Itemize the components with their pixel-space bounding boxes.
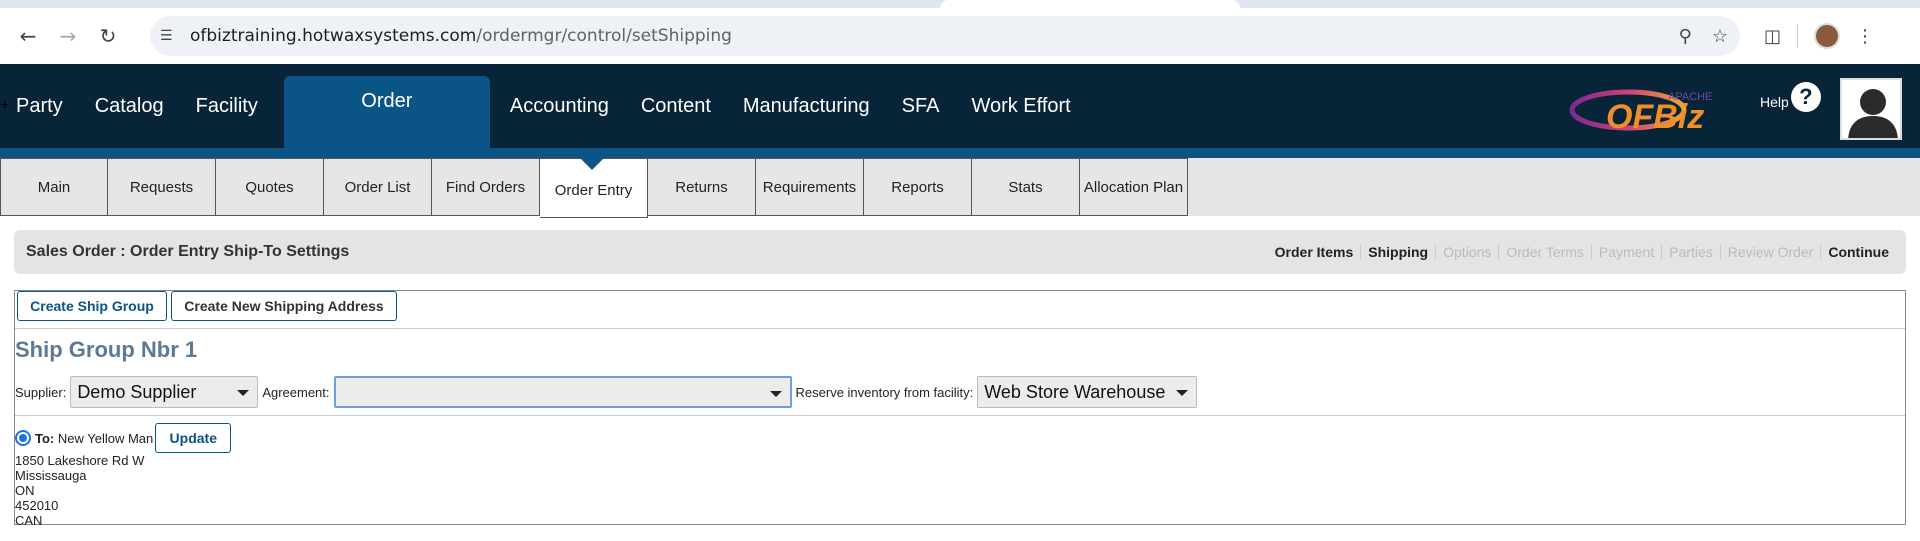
user-avatar[interactable] — [1840, 78, 1902, 140]
ship-to-form: Create Ship Group Create New Shipping Ad… — [14, 290, 1906, 528]
url-path: /ordermgr/control/setShipping — [476, 26, 732, 46]
toolbar-divider — [1797, 24, 1799, 48]
url-host: ofbiztraining.hotwaxsystems.com — [190, 26, 477, 46]
create-ship-group-button[interactable]: Create Ship Group — [17, 291, 167, 321]
help-link[interactable]: Help ? — [1760, 82, 1821, 112]
supplier-label: Supplier: — [15, 384, 67, 400]
user-silhouette-icon — [1848, 89, 1898, 138]
step-order-terms: Order Terms — [1498, 244, 1591, 260]
help-label: Help — [1760, 94, 1789, 110]
step-continue[interactable]: Continue — [1820, 244, 1896, 260]
address-city: Mississauga — [15, 468, 87, 483]
zoom-icon[interactable]: ⚲ — [1679, 26, 1692, 47]
address-country: CAN — [15, 513, 43, 528]
tab-quotes[interactable]: Quotes — [216, 158, 324, 216]
chevron-down-icon — [237, 390, 250, 396]
nav-work-effort[interactable]: Work Effort — [955, 64, 1086, 148]
profile-avatar[interactable] — [1814, 23, 1841, 49]
address-bar[interactable]: ☰ ofbiztraining.hotwaxsystems.com/orderm… — [150, 16, 1740, 56]
ship-group-settings-row: Supplier: Demo Supplier Agreement: Reser… — [15, 375, 1201, 409]
update-address-button[interactable]: Update — [155, 423, 232, 453]
active-tab-caret-icon — [580, 158, 604, 170]
tab-main[interactable]: Main — [0, 158, 108, 216]
help-icon: ? — [1790, 82, 1821, 112]
browser-active-tab[interactable] — [940, 0, 1240, 8]
supplier-select[interactable]: Demo Supplier — [70, 376, 259, 408]
nav-party[interactable]: Party — [0, 64, 79, 148]
nav-sfa[interactable]: SFA — [886, 64, 956, 148]
browser-toolbar: ← → ↻ ☰ ofbiztraining.hotwaxsystems.com/… — [0, 8, 1920, 64]
url-text[interactable]: ofbiztraining.hotwaxsystems.com/ordermgr… — [190, 26, 732, 46]
page-title: Sales Order : Order Entry Ship-To Settin… — [26, 243, 350, 260]
main-nav: Party Catalog Facility Order Accounting … — [0, 64, 1087, 148]
step-shipping[interactable]: Shipping — [1360, 244, 1435, 260]
browser-menu-icon[interactable]: ⋮ — [1856, 26, 1874, 47]
shipping-address-option: To: New Yellow Man Update 1850 Lakeshore… — [15, 423, 232, 528]
step-parties: Parties — [1661, 244, 1720, 260]
header-accent-bar — [0, 148, 1920, 158]
address-radio[interactable] — [15, 430, 31, 446]
forward-icon[interactable]: → — [48, 16, 88, 56]
tab-reports[interactable]: Reports — [864, 158, 972, 216]
section-divider — [15, 415, 1905, 416]
facility-select[interactable]: Web Store Warehouse — [977, 376, 1198, 408]
supplier-value: Demo Supplier — [77, 381, 197, 402]
agreement-select[interactable] — [333, 376, 792, 408]
nav-manufacturing[interactable]: Manufacturing — [727, 64, 886, 148]
step-payment: Payment — [1590, 244, 1661, 260]
app-header: Party Catalog Facility Order Accounting … — [0, 64, 1920, 158]
logo-ofbiz-text: OFBiz — [1606, 98, 1704, 136]
ofbiz-logo[interactable]: APACHE OFBiz — [1568, 80, 1738, 138]
tab-order-list[interactable]: Order List — [324, 158, 432, 216]
browser-tabstrip — [0, 0, 1920, 8]
tab-allocation-plan[interactable]: Allocation Plan — [1080, 158, 1188, 216]
back-icon[interactable]: ← — [8, 16, 48, 56]
step-order-items[interactable]: Order Items — [1268, 244, 1361, 260]
site-settings-icon[interactable]: ☰ — [160, 28, 190, 44]
chevron-down-icon — [1176, 390, 1189, 396]
nav-content[interactable]: Content — [625, 64, 727, 148]
order-steps: Order Items Shipping Options Order Terms… — [1268, 230, 1896, 274]
tab-find-orders[interactable]: Find Orders — [432, 158, 540, 216]
step-options: Options — [1435, 244, 1498, 260]
facility-value: Web Store Warehouse — [984, 381, 1166, 402]
tab-requirements[interactable]: Requirements — [756, 158, 864, 216]
step-review-order: Review Order — [1719, 244, 1821, 260]
ship-group-actions: Create Ship Group Create New Shipping Ad… — [15, 291, 1905, 329]
address-state: ON — [15, 483, 35, 498]
nav-accounting[interactable]: Accounting — [494, 64, 625, 148]
facility-label: Reserve inventory from facility: — [795, 384, 974, 400]
extensions-icon[interactable]: ◫ — [1764, 26, 1781, 47]
tab-stats[interactable]: Stats — [972, 158, 1080, 216]
agreement-label: Agreement: — [262, 384, 330, 400]
tab-requests[interactable]: Requests — [108, 158, 216, 216]
reload-icon[interactable]: ↻ — [88, 16, 128, 56]
nav-catalog[interactable]: Catalog — [79, 64, 180, 148]
bookmark-star-icon[interactable]: ☆ — [1712, 26, 1728, 47]
chevron-down-icon — [769, 391, 782, 397]
ship-group-heading: Ship Group Nbr 1 — [15, 337, 198, 362]
add-shortcut-icon[interactable]: + — [0, 64, 9, 148]
radio-selected-dot — [19, 434, 27, 442]
screenlet-title-bar: Sales Order : Order Entry Ship-To Settin… — [14, 230, 1906, 274]
order-subnav: Main Requests Quotes Order List Find Ord… — [0, 158, 1920, 218]
address-name: New Yellow Man — [57, 430, 154, 446]
address-postal: 452010 — [15, 498, 59, 513]
nav-facility[interactable]: Facility — [180, 64, 274, 148]
to-label: To: — [35, 430, 55, 446]
address-street: 1850 Lakeshore Rd W — [15, 453, 145, 468]
tab-returns[interactable]: Returns — [648, 158, 756, 216]
create-shipping-address-button[interactable]: Create New Shipping Address — [171, 291, 397, 321]
nav-order[interactable]: Order — [283, 76, 490, 148]
